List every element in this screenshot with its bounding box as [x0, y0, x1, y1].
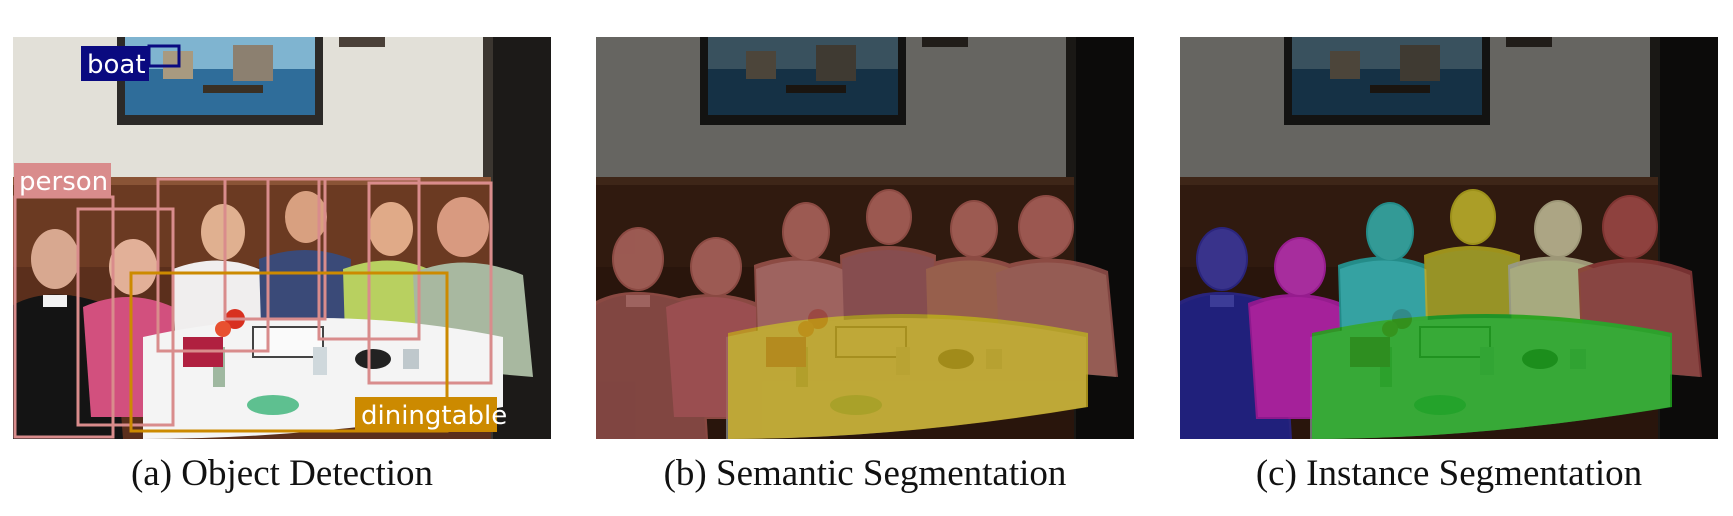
person-label: person	[19, 167, 108, 197]
instance-segmentation-image	[1180, 37, 1718, 439]
caption-instance-segmentation: (c) Instance Segmentation	[1255, 453, 1643, 494]
caption-object-detection: (a) Object Detection	[130, 453, 434, 494]
boat-label: boat	[87, 50, 146, 80]
object-detection-image: boat person diningtable	[13, 37, 551, 439]
diningtable-label: diningtable	[361, 401, 507, 431]
semantic-segmentation-image	[596, 37, 1134, 439]
caption-semantic-segmentation: (b) Semantic Segmentation	[663, 453, 1067, 494]
